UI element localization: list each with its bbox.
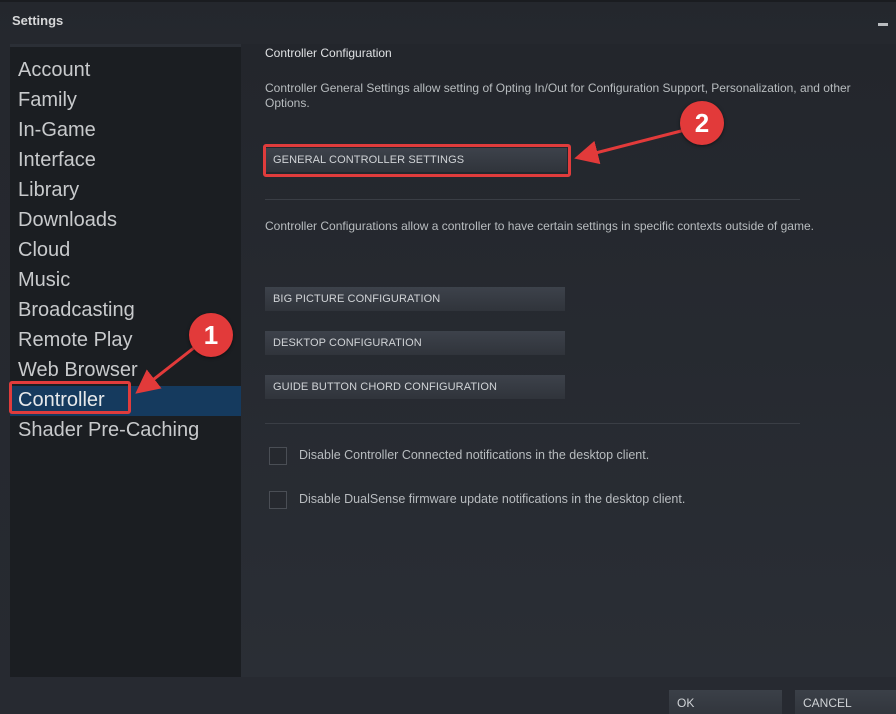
checkbox-label: Disable Controller Connected notificatio… xyxy=(299,448,650,462)
window-title: Settings xyxy=(12,13,64,28)
settings-window: Settings Account Family In-Game Interfac… xyxy=(0,0,896,714)
separator xyxy=(265,199,800,200)
general-settings-description: Controller General Settings allow settin… xyxy=(265,81,851,110)
step-badge-1: 1 xyxy=(189,313,233,357)
configurations-description: Controller Configurations allow a contro… xyxy=(265,219,814,233)
sidebar-item-cloud[interactable]: Cloud xyxy=(10,236,241,266)
separator xyxy=(265,423,800,424)
guide-button-chord-configuration-button[interactable]: GUIDE BUTTON CHORD CONFIGURATION xyxy=(265,375,565,399)
sidebar-item-account[interactable]: Account xyxy=(10,56,241,86)
sidebar-item-interface[interactable]: Interface xyxy=(10,146,241,176)
sidebar-item-web-browser[interactable]: Web Browser xyxy=(10,356,241,386)
sidebar-item-music[interactable]: Music xyxy=(10,266,241,296)
sidebar-item-controller[interactable]: Controller xyxy=(10,386,241,416)
general-controller-settings-button[interactable]: GENERAL CONTROLLER SETTINGS xyxy=(265,148,567,172)
sidebar-item-shader-pre-caching[interactable]: Shader Pre-Caching xyxy=(10,416,241,446)
settings-sidebar: Account Family In-Game Interface Library… xyxy=(10,44,241,677)
sidebar-item-downloads[interactable]: Downloads xyxy=(10,206,241,236)
title-bar: Settings xyxy=(0,2,896,40)
sidebar-item-family[interactable]: Family xyxy=(10,86,241,116)
minimize-icon[interactable] xyxy=(878,23,888,26)
ok-button[interactable]: OK xyxy=(669,690,782,714)
sidebar-item-in-game[interactable]: In-Game xyxy=(10,116,241,146)
cancel-button[interactable]: CANCEL xyxy=(795,690,896,714)
controller-connected-checkbox[interactable] xyxy=(269,447,287,465)
section-title: Controller Configuration xyxy=(265,46,392,60)
step-badge-2: 2 xyxy=(680,101,724,145)
big-picture-configuration-button[interactable]: BIG PICTURE CONFIGURATION xyxy=(265,287,565,311)
content-panel xyxy=(241,44,896,677)
checkbox-label: Disable DualSense firmware update notifi… xyxy=(299,492,686,506)
sidebar-item-library[interactable]: Library xyxy=(10,176,241,206)
dualsense-firmware-checkbox[interactable] xyxy=(269,491,287,509)
desktop-configuration-button[interactable]: DESKTOP CONFIGURATION xyxy=(265,331,565,355)
